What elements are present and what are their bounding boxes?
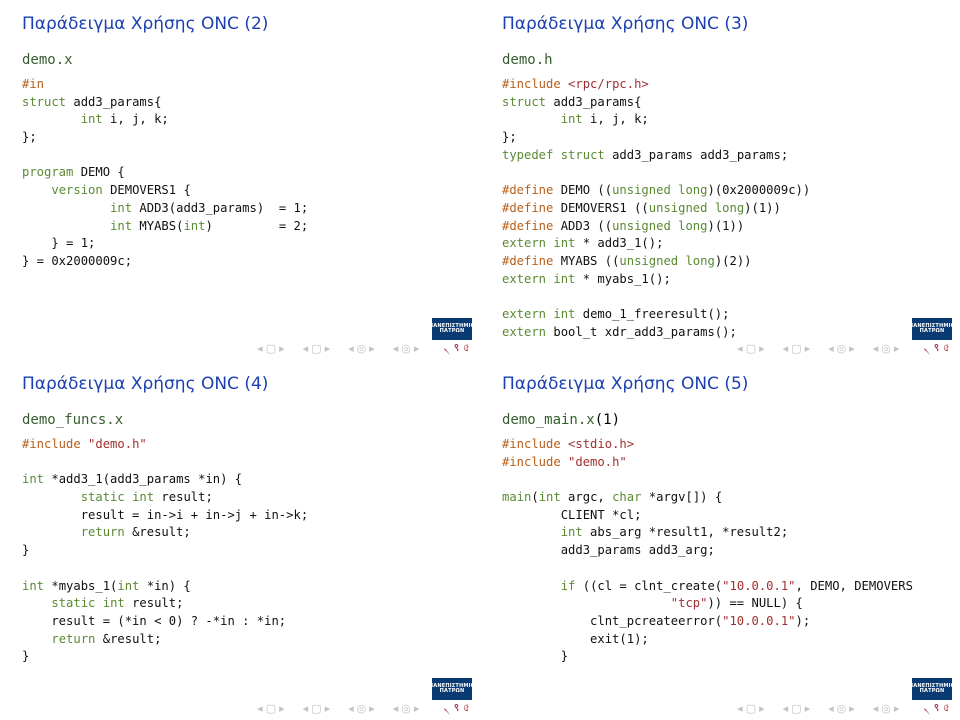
nav-group-4[interactable]: ◂◎▸: [393, 342, 420, 355]
file-label: demo_main.x(1): [502, 412, 938, 428]
nav-qed-icon: ৲ ९ ৫: [443, 339, 470, 358]
nav-next-icon[interactable]: ▸: [279, 342, 285, 355]
nav-qed-icon: ৲ ९ ৫: [443, 699, 470, 718]
slide-title: Παράδειγμα Χρήσης ONC (4): [22, 374, 458, 394]
university-logo: ΠΑΝΕΠΙΣΤΗΜΙΟ ΠΑΤΡΩΝ: [912, 318, 952, 340]
code-block: #include <stdio.h> #include "demo.h" mai…: [502, 436, 938, 666]
slide-onc-4: Παράδειγμα Χρήσης ONC (4) demo_funcs.x #…: [0, 360, 480, 720]
nav-prev-icon[interactable]: ◂: [257, 342, 263, 355]
university-logo: ΠΑΝΕΠΙΣΤΗΜΙΟ ΠΑΤΡΩΝ: [432, 318, 472, 340]
slide-title: Παράδειγμα Χρήσης ONC (5): [502, 374, 938, 394]
code-block: #include <rpc/rpc.h> struct add3_params{…: [502, 76, 938, 341]
nav-group-3[interactable]: ◂◎▸: [348, 342, 375, 355]
university-logo: ΠΑΝΕΠΙΣΤΗΜΙΟ ΠΑΤΡΩΝ: [432, 678, 472, 700]
nav-group-1[interactable]: ◂▢▸: [257, 342, 284, 355]
file-label: demo.h: [502, 52, 938, 68]
file-label: demo.x: [22, 52, 458, 68]
slide-onc-5: Παράδειγμα Χρήσης ONC (5) demo_main.x(1)…: [480, 360, 960, 720]
nav-group-2[interactable]: ◂▢▸: [303, 342, 330, 355]
slide-onc-3: Παράδειγμα Χρήσης ONC (3) demo.h #includ…: [480, 0, 960, 360]
slide-nav: ◂▢▸ ◂▢▸ ◂◎▸ ◂◎▸ ৲ ९ ৫: [480, 340, 960, 360]
code-block: #in struct add3_params{ int i, j, k; }; …: [22, 76, 458, 271]
slide-nav: ◂▢▸ ◂▢▸ ◂◎▸ ◂◎▸ ৲ ९ ৫: [480, 700, 960, 720]
nav-doc-icon[interactable]: ▢: [266, 342, 276, 355]
slide-nav: ◂▢▸ ◂▢▸ ◂◎▸ ◂◎▸ ৲ ९ ৫: [0, 700, 480, 720]
slide-title: Παράδειγμα Χρήσης ONC (2): [22, 14, 458, 34]
nav-qed-icon: ৲ ९ ৫: [923, 699, 950, 718]
university-logo: ΠΑΝΕΠΙΣΤΗΜΙΟ ΠΑΤΡΩΝ: [912, 678, 952, 700]
slide-onc-2: Παράδειγμα Χρήσης ONC (2) demo.x #in str…: [0, 0, 480, 360]
slide-nav: ◂▢▸ ◂▢▸ ◂◎▸ ◂◎▸ ৲ ९ ৫: [0, 340, 480, 360]
code-block: #include "demo.h" int *add3_1(add3_param…: [22, 436, 458, 666]
nav-qed-icon: ৲ ९ ৫: [923, 339, 950, 358]
file-label: demo_funcs.x: [22, 412, 458, 428]
slide-title: Παράδειγμα Χρήσης ONC (3): [502, 14, 938, 34]
